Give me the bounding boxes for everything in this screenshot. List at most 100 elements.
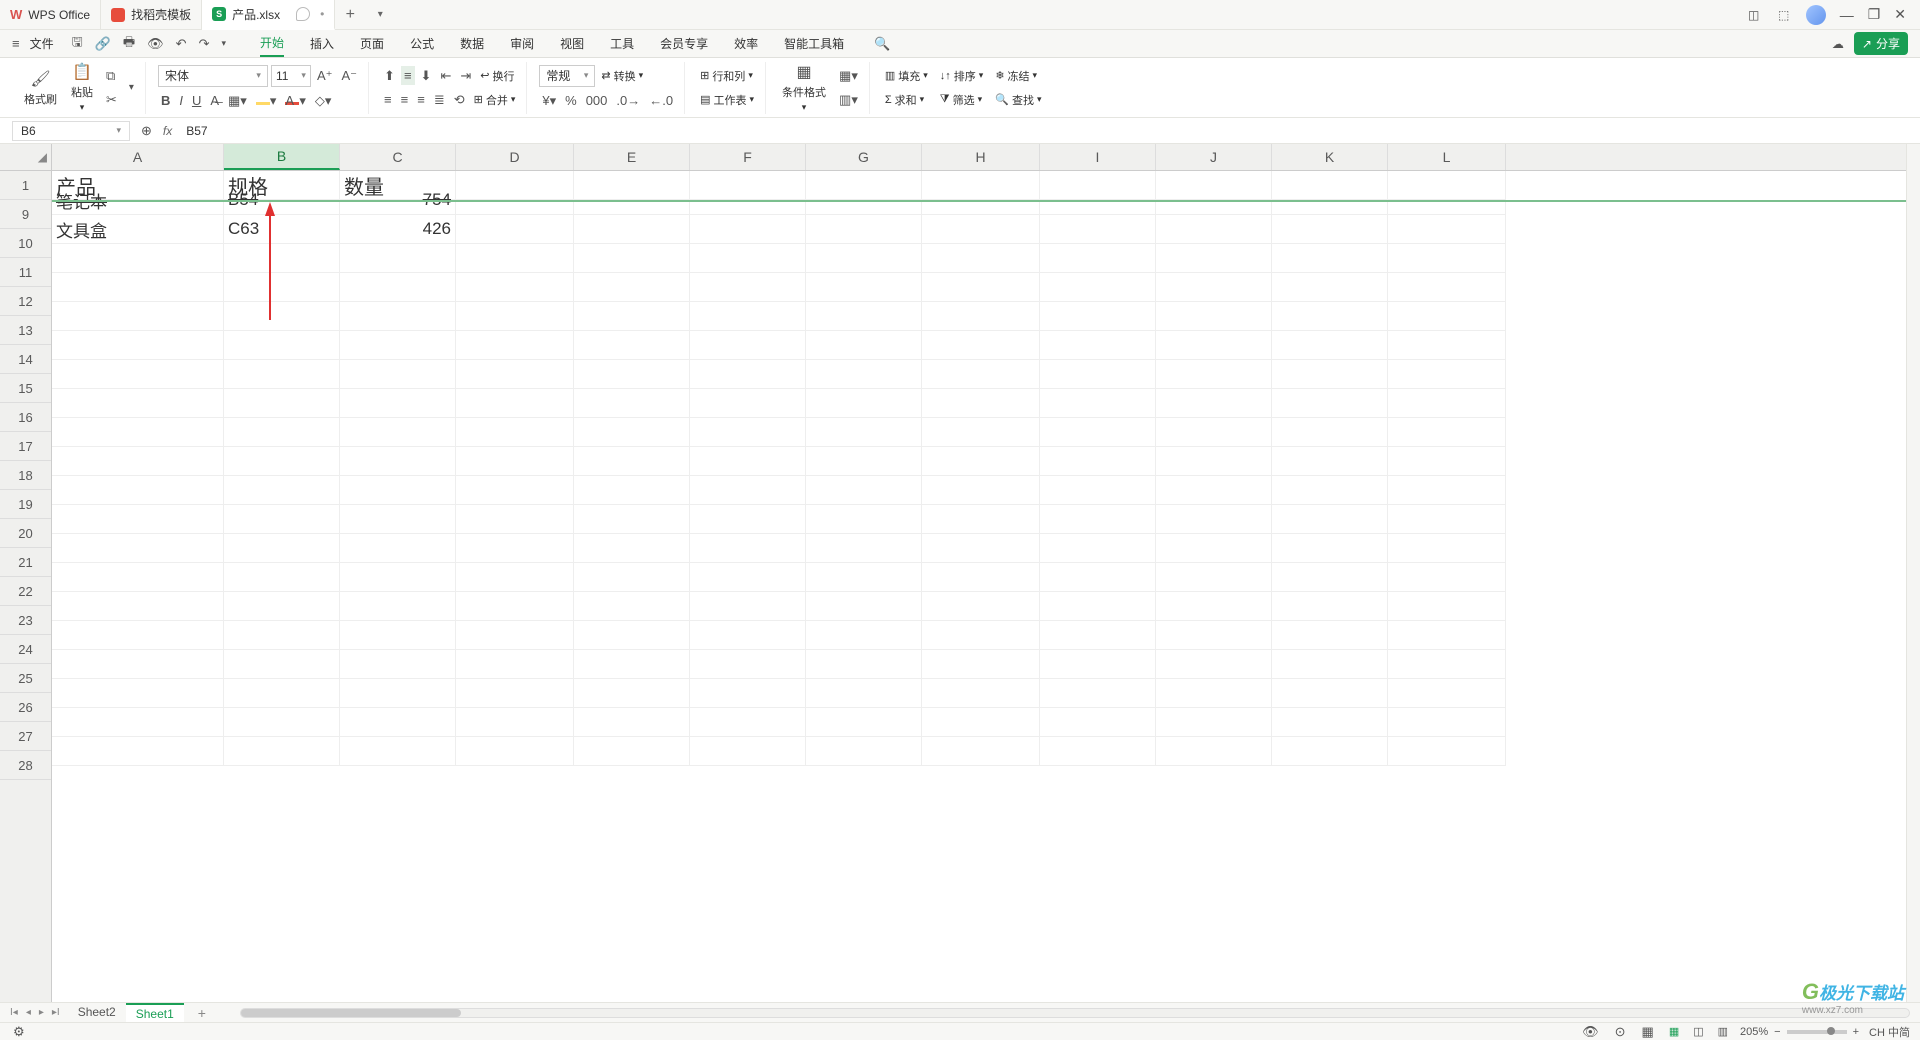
- cell[interactable]: [922, 708, 1040, 737]
- cell[interactable]: [1388, 360, 1506, 389]
- qat-dropdown-icon[interactable]: ▾: [221, 38, 226, 49]
- cell[interactable]: [456, 273, 574, 302]
- cell[interactable]: [224, 708, 340, 737]
- cell[interactable]: [340, 505, 456, 534]
- save-icon[interactable]: 🖫: [72, 33, 83, 55]
- cell[interactable]: [224, 360, 340, 389]
- row-header[interactable]: 21: [0, 548, 51, 577]
- cell[interactable]: C63: [224, 215, 340, 244]
- row-header[interactable]: 28: [0, 751, 51, 780]
- cell[interactable]: [1040, 244, 1156, 273]
- row-header[interactable]: 25: [0, 664, 51, 693]
- font-name-select[interactable]: 宋体▾: [158, 65, 268, 87]
- panel-icon[interactable]: ◫: [1746, 7, 1762, 23]
- cell[interactable]: [52, 621, 224, 650]
- cell[interactable]: [52, 476, 224, 505]
- cell[interactable]: [1388, 650, 1506, 679]
- cell[interactable]: [806, 215, 922, 244]
- increase-font-icon[interactable]: A⁺: [314, 66, 336, 86]
- worksheet-button[interactable]: ▤工作表▾: [697, 90, 757, 110]
- cell[interactable]: [1156, 331, 1272, 360]
- sum-button[interactable]: Σ求和▾: [882, 90, 931, 110]
- cell[interactable]: [1156, 215, 1272, 244]
- cell[interactable]: [456, 418, 574, 447]
- row-header[interactable]: 13: [0, 316, 51, 345]
- bold-icon[interactable]: B: [158, 91, 173, 110]
- cell[interactable]: [1388, 679, 1506, 708]
- cell[interactable]: [690, 621, 806, 650]
- cell[interactable]: [456, 244, 574, 273]
- cell[interactable]: [806, 621, 922, 650]
- ime-indicator[interactable]: CH 中简: [1869, 1024, 1910, 1040]
- table-style-icon[interactable]: ▥▾: [836, 90, 861, 110]
- wrap-text-button[interactable]: ↩换行: [477, 66, 517, 86]
- row-header[interactable]: 26: [0, 693, 51, 722]
- format-painter-button[interactable]: 🖌格式刷: [20, 67, 61, 109]
- filter-button[interactable]: ⧩筛选▾: [937, 90, 987, 110]
- cell[interactable]: [456, 389, 574, 418]
- cell[interactable]: [1040, 302, 1156, 331]
- cell[interactable]: [340, 563, 456, 592]
- cell[interactable]: [456, 215, 574, 244]
- cell[interactable]: [340, 302, 456, 331]
- cell[interactable]: [806, 505, 922, 534]
- menu-效率[interactable]: 效率: [734, 31, 758, 56]
- row-header[interactable]: 15: [0, 374, 51, 403]
- freeze-button[interactable]: ❄冻结▾: [992, 66, 1044, 86]
- cell[interactable]: [1040, 360, 1156, 389]
- col-header-G[interactable]: G: [806, 144, 922, 170]
- cell[interactable]: [1272, 679, 1388, 708]
- cell[interactable]: [456, 621, 574, 650]
- copy-icon[interactable]: ⧉: [103, 66, 120, 86]
- menu-工具[interactable]: 工具: [610, 31, 634, 56]
- cell[interactable]: [1272, 563, 1388, 592]
- cell[interactable]: [690, 331, 806, 360]
- cell[interactable]: [224, 621, 340, 650]
- cell[interactable]: [1272, 737, 1388, 766]
- cell[interactable]: [1156, 679, 1272, 708]
- orientation-icon[interactable]: ⟲: [451, 90, 468, 110]
- menu-视图[interactable]: 视图: [560, 31, 584, 56]
- cell[interactable]: [806, 273, 922, 302]
- cell[interactable]: [922, 505, 1040, 534]
- cell[interactable]: [224, 244, 340, 273]
- menu-数据[interactable]: 数据: [460, 31, 484, 56]
- cell[interactable]: [456, 505, 574, 534]
- cell[interactable]: [806, 418, 922, 447]
- decrease-indent-icon[interactable]: ⇤: [437, 66, 454, 86]
- fx-icon[interactable]: fx: [163, 124, 172, 138]
- cell[interactable]: [1272, 360, 1388, 389]
- currency-icon[interactable]: ¥▾: [539, 91, 559, 111]
- comma-icon[interactable]: 000: [583, 91, 611, 110]
- row-header[interactable]: 12: [0, 287, 51, 316]
- cell[interactable]: [806, 679, 922, 708]
- tab-current-file[interactable]: S 产品.xlsx •: [202, 0, 335, 30]
- col-header-D[interactable]: D: [456, 144, 574, 170]
- cell[interactable]: [340, 418, 456, 447]
- cell[interactable]: [690, 534, 806, 563]
- share-button[interactable]: ↗ 分享: [1854, 32, 1908, 55]
- number-format-select[interactable]: 常规▾: [539, 65, 595, 87]
- cell[interactable]: [922, 418, 1040, 447]
- cell[interactable]: [456, 737, 574, 766]
- cell[interactable]: [224, 302, 340, 331]
- cell[interactable]: [340, 447, 456, 476]
- row-col-button[interactable]: ⊞行和列▾: [697, 66, 757, 86]
- cell[interactable]: [1388, 534, 1506, 563]
- cell[interactable]: [922, 273, 1040, 302]
- cell[interactable]: [574, 708, 690, 737]
- clear-format-icon[interactable]: ◇▾: [312, 91, 335, 111]
- cell[interactable]: [690, 505, 806, 534]
- cell[interactable]: [1388, 215, 1506, 244]
- cell[interactable]: [1040, 708, 1156, 737]
- col-header-E[interactable]: E: [574, 144, 690, 170]
- col-header-H[interactable]: H: [922, 144, 1040, 170]
- menu-开始[interactable]: 开始: [260, 30, 284, 57]
- cell[interactable]: [340, 476, 456, 505]
- cell[interactable]: [690, 273, 806, 302]
- col-header-K[interactable]: K: [1272, 144, 1388, 170]
- cell[interactable]: [340, 331, 456, 360]
- cell[interactable]: [224, 273, 340, 302]
- decrease-decimal-icon[interactable]: ←.0: [646, 91, 676, 110]
- cell[interactable]: [52, 360, 224, 389]
